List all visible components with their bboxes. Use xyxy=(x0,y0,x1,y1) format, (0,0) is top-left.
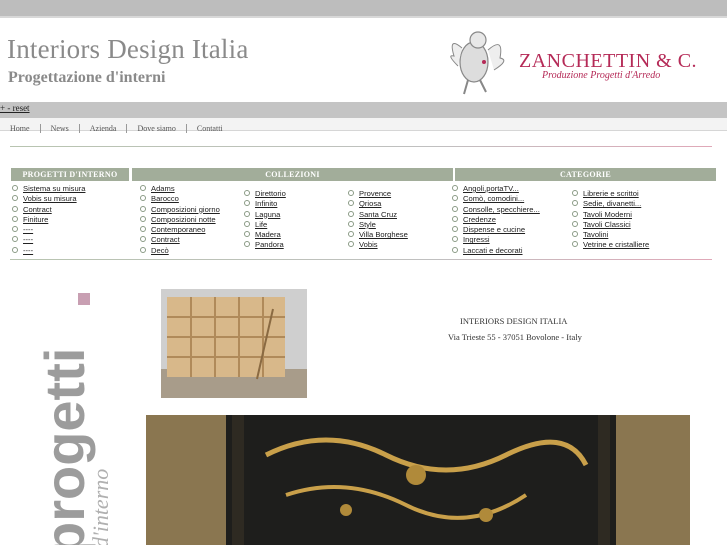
company-name: INTERIORS DESIGN ITALIA xyxy=(460,316,568,326)
list-item[interactable]: Infinito xyxy=(244,199,286,209)
svg-text:progetti: progetti xyxy=(33,348,96,545)
top-bar xyxy=(0,0,727,18)
list-item[interactable]: ---- xyxy=(12,235,85,245)
list-item[interactable]: Contemporaneo xyxy=(140,225,220,235)
company-address: Via Trieste 55 - 37051 Bovolone - Italy xyxy=(448,332,582,342)
list-item[interactable]: Life xyxy=(244,220,286,230)
collezioni-heading: COLLEZIONI xyxy=(132,168,453,181)
brand-tagline: Produzione Progetti d'Arredo xyxy=(542,70,661,81)
list-item[interactable]: ---- xyxy=(12,246,85,256)
collezioni-list-3: Provence Qriosa Santa Cruz Style Villa B… xyxy=(348,189,408,251)
nav-home[interactable]: Home xyxy=(0,124,41,133)
list-item[interactable]: Vetrine e cristalliere xyxy=(572,240,649,250)
list-item[interactable]: Tavoli Moderni xyxy=(572,210,649,220)
vertical-logo: progetti d'interno xyxy=(30,286,120,545)
collezioni-list-1: Adams Barocco Composizioni giorno Compos… xyxy=(140,184,220,256)
list-item[interactable]: Villa Borghese xyxy=(348,230,408,240)
list-item[interactable]: Comò, comodini... xyxy=(452,194,540,204)
list-item[interactable]: Style xyxy=(348,220,408,230)
list-item[interactable]: Vobis xyxy=(348,240,408,250)
site-title: Interiors Design Italia xyxy=(7,34,249,64)
nav-contatti[interactable]: Contatti xyxy=(187,124,233,133)
main-nav: Home News Azienda Dove siamo Contatti xyxy=(0,118,727,133)
nav-azienda[interactable]: Azienda xyxy=(80,124,128,133)
list-item[interactable]: Composizioni notte xyxy=(140,215,220,225)
list-item[interactable]: Decò xyxy=(140,246,220,256)
list-item[interactable]: ---- xyxy=(12,225,85,235)
list-item[interactable]: Credenze xyxy=(452,215,540,225)
svg-text:d'interno: d'interno xyxy=(88,469,113,545)
furniture-photo xyxy=(146,415,690,545)
header: Interiors Design Italia Progettazione d'… xyxy=(0,18,727,102)
list-item[interactable]: Sistema su misura xyxy=(12,184,85,194)
list-item[interactable]: Contract xyxy=(140,235,220,245)
reset-link[interactable]: + - reset xyxy=(0,103,30,113)
list-item[interactable]: Finiture xyxy=(12,215,85,225)
progetti-list: Sistema su misura Vobis su misura Contra… xyxy=(12,184,85,256)
divider-top xyxy=(10,146,712,147)
grey-bar xyxy=(0,102,727,118)
list-item[interactable]: Direttorio xyxy=(244,189,286,199)
list-item[interactable]: Tavoli Classici xyxy=(572,220,649,230)
categorie-list-2: Librerie e scrittoi Sedie, divanetti... … xyxy=(572,189,649,251)
cherub-logo-icon xyxy=(450,31,505,95)
list-item[interactable]: Angoli,portaTV... xyxy=(452,184,540,194)
categorie-list-1: Angoli,portaTV... Comò, comodini... Cons… xyxy=(452,184,540,256)
list-item[interactable]: Adams xyxy=(140,184,220,194)
bookcase-photo xyxy=(161,289,307,398)
list-item[interactable]: Composizioni giorno xyxy=(140,205,220,215)
progetti-heading: PROGETTI D'INTERNO xyxy=(11,168,129,181)
list-item[interactable]: Laccati e decorati xyxy=(452,246,540,256)
list-item[interactable]: Qriosa xyxy=(348,199,408,209)
divider-bottom xyxy=(10,259,712,260)
vertical-logo-text: progetti d'interno xyxy=(33,348,113,545)
collezioni-list-2: Direttorio Infinito Laguna Life Madera P… xyxy=(244,189,286,251)
list-item[interactable]: Sedie, divanetti... xyxy=(572,199,649,209)
list-item[interactable]: Consolle, specchiere... xyxy=(452,205,540,215)
list-item[interactable]: Laguna xyxy=(244,210,286,220)
site-subtitle: Progettazione d'interni xyxy=(8,69,166,86)
list-item[interactable]: Librerie e scrittoi xyxy=(572,189,649,199)
nav-dove-siamo[interactable]: Dove siamo xyxy=(127,124,187,133)
list-item[interactable]: Santa Cruz xyxy=(348,210,408,220)
list-item[interactable]: Contract xyxy=(12,205,85,215)
list-item[interactable]: Barocco xyxy=(140,194,220,204)
list-item[interactable]: Pandora xyxy=(244,240,286,250)
list-item[interactable]: Vobis su misura xyxy=(12,194,85,204)
nav-news[interactable]: News xyxy=(41,124,80,133)
list-item[interactable]: Dispense e cucine xyxy=(452,225,540,235)
list-item[interactable]: Madera xyxy=(244,230,286,240)
categorie-heading: CATEGORIE xyxy=(455,168,716,181)
list-item[interactable]: Tavolini xyxy=(572,230,649,240)
list-item[interactable]: Provence xyxy=(348,189,408,199)
list-item[interactable]: Ingressi xyxy=(452,235,540,245)
